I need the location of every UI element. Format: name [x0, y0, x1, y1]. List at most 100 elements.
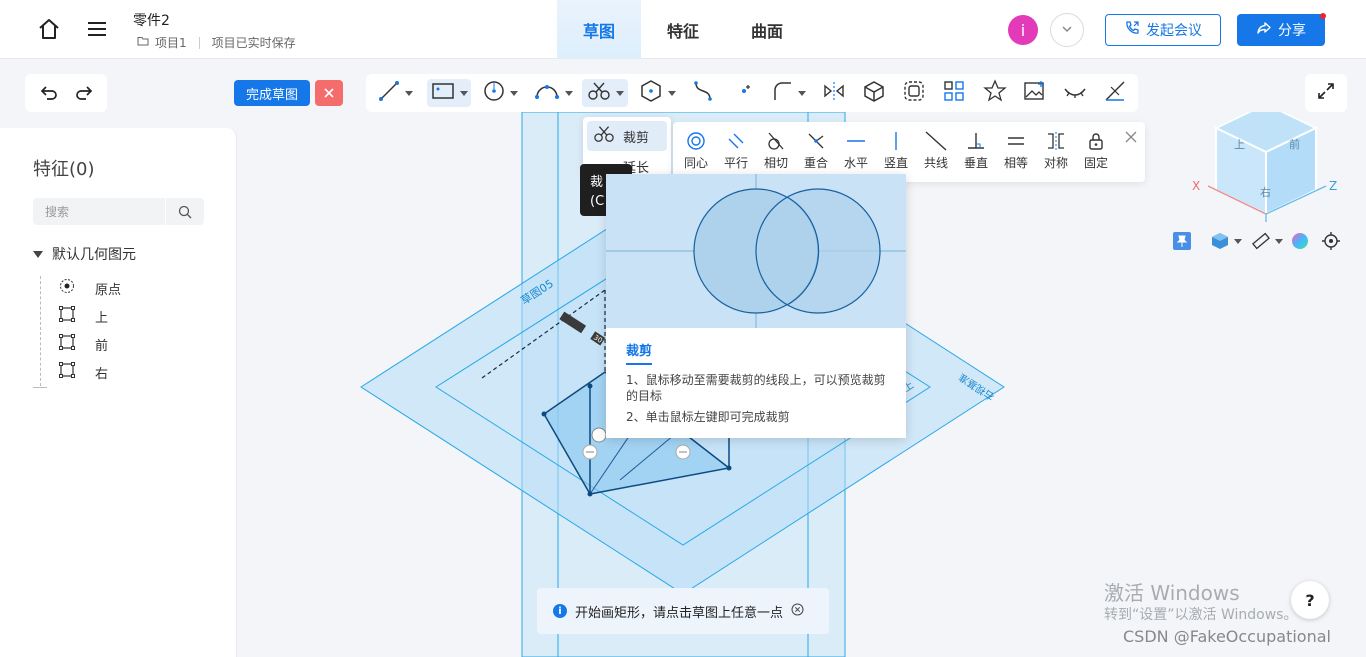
caret-down-icon[interactable]	[565, 90, 573, 96]
sketch-vertex[interactable]	[587, 491, 593, 497]
redo-icon[interactable]	[74, 83, 94, 103]
constraint-label: 相切	[763, 156, 788, 170]
close-icon	[323, 84, 335, 103]
ruler-icon[interactable]	[1252, 232, 1283, 250]
caret-down-icon[interactable]	[615, 90, 624, 96]
dimension-tool[interactable]	[1103, 79, 1127, 107]
status-tip: i 开始画矩形，请点击草图上任意一点	[537, 588, 829, 634]
feature-search	[33, 198, 204, 225]
line-tool[interactable]	[378, 79, 413, 107]
collinear-constraint[interactable]: 共线	[916, 128, 956, 171]
tree-item-origin[interactable]: 原点	[59, 278, 121, 298]
cancel-sketch-button[interactable]	[315, 80, 343, 106]
menu-icon[interactable]	[84, 16, 110, 42]
pin-icon[interactable]	[1173, 232, 1191, 250]
constraint-label: 竖直	[883, 156, 908, 170]
symmetric-constraint[interactable]: 对称	[1036, 128, 1076, 171]
save-status: 项目已实时保存	[211, 36, 296, 50]
rectangle-tool[interactable]	[427, 79, 471, 107]
trim-option[interactable]: 裁剪	[587, 121, 667, 151]
project-name[interactable]: 项目1	[155, 34, 187, 51]
point-tool[interactable]	[734, 79, 754, 107]
mirror-tool[interactable]	[822, 79, 846, 107]
image-tool[interactable]	[1023, 79, 1047, 107]
appearance-icon[interactable]	[1291, 232, 1309, 250]
spline-tool[interactable]	[692, 79, 714, 107]
tree-item-top-plane[interactable]: 上	[59, 306, 108, 326]
circular-pattern-tool[interactable]	[983, 79, 1007, 107]
tree-item-right-plane[interactable]: 右	[59, 362, 108, 382]
caret-down-icon[interactable]	[510, 90, 518, 96]
view-cube-right-label: 右	[1260, 185, 1271, 199]
collapse-triangle-icon[interactable]	[33, 250, 43, 258]
phone-icon	[1124, 20, 1140, 40]
rectangle-icon	[431, 81, 455, 105]
tab-feature[interactable]: 特征	[641, 0, 725, 59]
fix-constraint[interactable]: 固定	[1076, 128, 1116, 171]
horizontal-constraint[interactable]: 水平	[836, 128, 876, 171]
feature-search-input[interactable]	[33, 198, 165, 225]
sketch-vertex[interactable]	[726, 465, 732, 471]
tree-root-label: 默认几何图元	[52, 247, 136, 263]
close-circle-icon[interactable]	[791, 603, 804, 620]
circle-tool[interactable]	[483, 79, 518, 107]
caret-down-icon[interactable]	[668, 90, 676, 96]
polygon-tool[interactable]	[639, 79, 676, 107]
trim-help-popup: 裁剪 1、鼠标移动至需要裁剪的线段上，可以预览裁剪的目标 2、单击鼠标左键即可完…	[606, 174, 906, 438]
caret-down-icon[interactable]	[1234, 238, 1242, 244]
document-title[interactable]: 零件2	[133, 10, 170, 30]
target-icon[interactable]	[1322, 232, 1340, 250]
concentric-constraint[interactable]: 同心	[676, 128, 716, 171]
pattern-tool[interactable]	[943, 79, 965, 107]
display-mode-icon[interactable]	[1211, 232, 1242, 250]
equal-constraint[interactable]: 相等	[996, 128, 1036, 171]
perpendicular-constraint[interactable]: 垂直	[956, 128, 996, 171]
account-dropdown-button[interactable]	[1050, 13, 1084, 47]
finish-sketch-button[interactable]: 完成草图	[234, 80, 310, 106]
extrude-tool[interactable]	[863, 79, 885, 107]
caret-down-icon[interactable]	[1275, 238, 1283, 244]
info-icon: i	[553, 604, 567, 618]
fillet-tool[interactable]	[771, 79, 806, 107]
search-icon[interactable]	[166, 198, 204, 225]
share-button[interactable]: 分享	[1237, 14, 1325, 46]
view-cube-front-label: 前	[1289, 137, 1300, 151]
tangent-constraint[interactable]: 相切	[756, 128, 796, 171]
close-icon[interactable]	[1125, 128, 1137, 147]
notification-dot	[1320, 13, 1326, 19]
tree-item-label: 原点	[95, 282, 122, 298]
chevron-down-icon	[1060, 21, 1074, 40]
hide-tool[interactable]	[1063, 79, 1087, 107]
help-button[interactable]: ?	[1291, 581, 1329, 619]
undo-icon[interactable]	[39, 83, 59, 103]
feature-panel-title: 特征(0)	[33, 159, 95, 180]
view-cube-top-label: 上	[1234, 138, 1245, 151]
mirror-icon	[822, 80, 846, 106]
arc-tool[interactable]	[534, 79, 573, 107]
home-icon[interactable]	[36, 16, 62, 42]
vertical-constraint[interactable]: 竖直	[876, 128, 916, 171]
parallel-constraint[interactable]: 平行	[716, 128, 756, 171]
coincident-constraint[interactable]: 重合	[796, 128, 836, 171]
trim-tool[interactable]	[582, 79, 628, 107]
fullscreen-button[interactable]	[1305, 74, 1347, 112]
tree-root[interactable]: 默认几何图元	[33, 244, 136, 264]
measure-icon	[1103, 79, 1127, 107]
caret-down-icon[interactable]	[798, 90, 806, 96]
offset-tool[interactable]	[903, 79, 925, 107]
avatar[interactable]: i	[1008, 15, 1038, 45]
constraint-label: 水平	[843, 156, 868, 170]
sketch-vertex[interactable]	[541, 411, 547, 417]
x-axis-label: X	[1192, 179, 1200, 193]
constraint-handle[interactable]	[591, 427, 607, 443]
tree-item-front-plane[interactable]: 前	[59, 334, 108, 354]
sketch-vertex[interactable]	[587, 383, 593, 389]
caret-down-icon[interactable]	[459, 90, 468, 96]
tab-sketch[interactable]: 草图	[557, 0, 641, 59]
view-cube[interactable]: 上 前 右 X Z	[1192, 112, 1337, 222]
caret-down-icon[interactable]	[405, 90, 413, 96]
start-meeting-button[interactable]: 发起会议	[1105, 14, 1221, 46]
tree-guide-end	[33, 387, 47, 388]
tab-surface[interactable]: 曲面	[725, 0, 809, 59]
constraint-label: 垂直	[963, 156, 988, 170]
